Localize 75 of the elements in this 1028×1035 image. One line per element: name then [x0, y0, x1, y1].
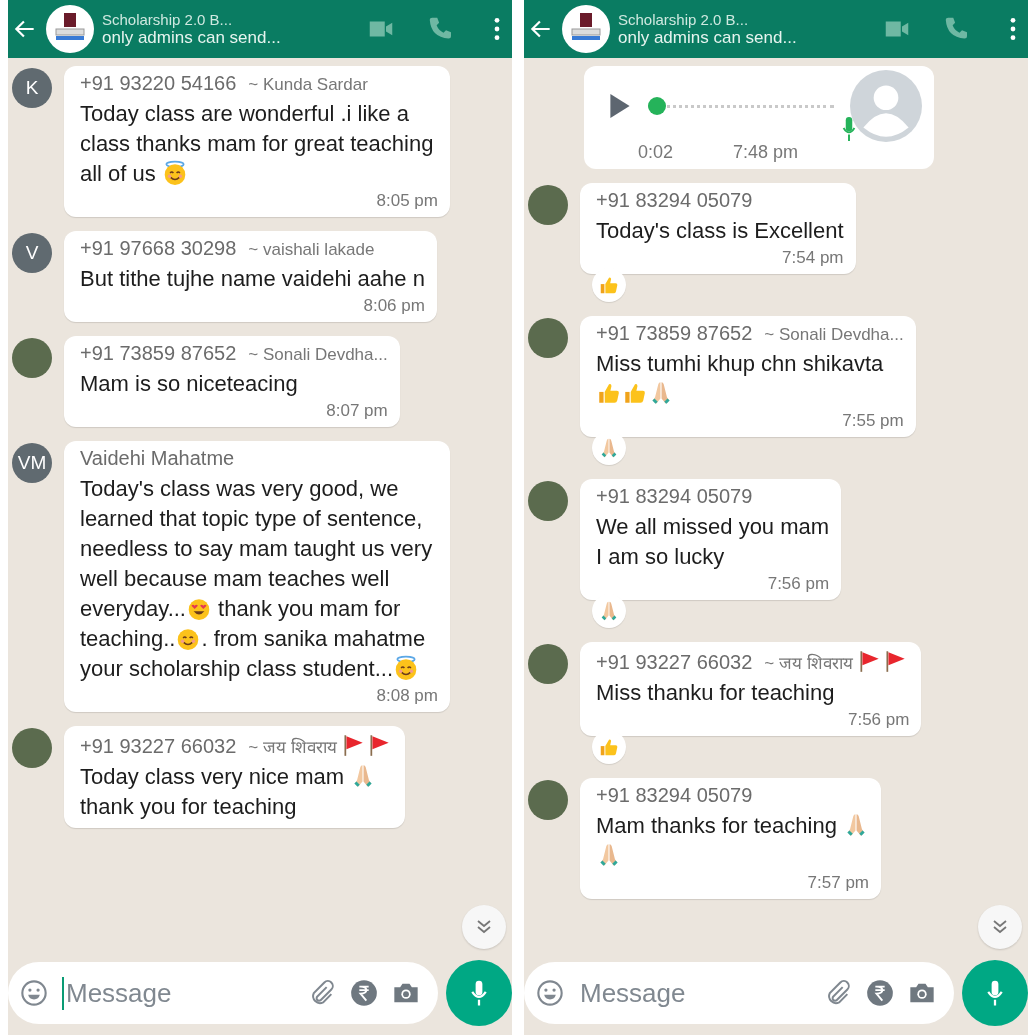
- message-time: 8:08 pm: [375, 686, 438, 706]
- message-text: Today class very nice mam thank you for teaching: [80, 762, 394, 822]
- message-input[interactable]: Message: [578, 976, 810, 1010]
- message-time: 7:48 pm: [733, 142, 799, 163]
- sender-name: ~ Sonali Devdha...: [764, 325, 904, 345]
- sender-photo-placeholder[interactable]: [528, 780, 568, 820]
- microphone-icon: [842, 116, 856, 142]
- message-text: Miss thanku for teaching: [596, 679, 836, 707]
- microphone-icon: [986, 979, 1004, 1007]
- sender-name: ~ vaishali lakade: [248, 240, 375, 260]
- voice-duration: 0:02: [638, 142, 674, 163]
- sender-number[interactable]: +91 93227 66032: [80, 735, 237, 758]
- message-input[interactable]: Message: [62, 976, 294, 1010]
- message-text: Today's class is Excellent: [596, 217, 844, 245]
- group-name[interactable]: Scholarship 2.0 B...: [618, 10, 852, 28]
- sender-name: ~ Kunda Sardar: [248, 75, 368, 95]
- group-avatar-icon[interactable]: [46, 5, 94, 53]
- rupee-icon[interactable]: [350, 979, 378, 1007]
- sender-name: ~ Sonali Devdha...: [248, 345, 388, 365]
- message-time: 7:54 pm: [781, 248, 844, 268]
- more-options-icon[interactable]: [1008, 16, 1018, 42]
- sender-avatar[interactable]: VM: [12, 443, 52, 483]
- message-time: 7:56 pm: [766, 574, 830, 594]
- sender-photo-placeholder[interactable]: [528, 481, 568, 521]
- sender-number[interactable]: +91 83294 05079: [596, 485, 753, 508]
- message-time: 8:05 pm: [375, 191, 438, 211]
- sender-photo-placeholder[interactable]: [12, 728, 52, 768]
- sender-number[interactable]: +91 73859 87652: [80, 342, 237, 365]
- sender-name: ~ जय शिवराय: [248, 732, 394, 758]
- profile-silhouette-icon: [850, 70, 922, 142]
- scroll-down-button[interactable]: [978, 905, 1022, 949]
- message-bar[interactable]: Message: [8, 962, 438, 1024]
- message-bar[interactable]: Message: [524, 962, 954, 1024]
- message-time: 7:57 pm: [806, 873, 869, 893]
- more-options-icon[interactable]: [492, 16, 502, 42]
- message-text: Mam is so niceteacing: [80, 370, 299, 398]
- group-status: only admins can send...: [618, 27, 798, 48]
- sender-number[interactable]: +91 93227 66032: [596, 651, 753, 674]
- scroll-down-button[interactable]: [462, 905, 506, 949]
- message-time: 7:55 pm: [841, 411, 904, 431]
- play-icon[interactable]: [608, 91, 632, 121]
- sender-number[interactable]: +91 83294 05079: [596, 784, 753, 807]
- message-text: Today's class was very good, we learned that topic type of sentence, needless to say mam taught us very well because mam teaches well everyday... thank you mam for teaching.. . from sanika mahatme your scholarship class student...: [80, 475, 434, 683]
- microphone-icon: [470, 979, 488, 1007]
- sender-number[interactable]: +91 73859 87652: [596, 322, 753, 345]
- sender-avatar[interactable]: K: [12, 68, 52, 108]
- emoji-icon[interactable]: [20, 979, 48, 1007]
- rupee-icon[interactable]: [866, 979, 894, 1007]
- audio-progress-track[interactable]: [648, 97, 834, 115]
- sender-number[interactable]: Vaidehi Mahatme: [80, 447, 235, 470]
- thumbs-up-icon: [598, 736, 620, 758]
- sender-number[interactable]: +91 83294 05079: [596, 189, 753, 212]
- sender-number[interactable]: +91 97668 30298: [80, 237, 237, 260]
- message-text: Mam thanks for teaching: [596, 811, 869, 871]
- message-text: But tithe tujhe name vaidehi aahe n: [80, 265, 425, 293]
- group-name[interactable]: Scholarship 2.0 B...: [102, 10, 336, 28]
- message-time: 8:07 pm: [325, 401, 388, 421]
- sender-name: ~ जय शिवराय: [764, 648, 910, 674]
- group-status: only admins can send...: [102, 27, 282, 48]
- sender-photo-placeholder[interactable]: [528, 185, 568, 225]
- sender-photo-placeholder[interactable]: [528, 644, 568, 684]
- message-text: Today class are wonderful .i like a class thanks mam for great teaching all of us: [80, 100, 435, 188]
- group-avatar-icon[interactable]: [562, 5, 610, 53]
- message-time: 7:56 pm: [846, 710, 910, 730]
- audio-progress-thumb[interactable]: [648, 97, 666, 115]
- emoji-icon[interactable]: [536, 979, 564, 1007]
- sender-photo-placeholder[interactable]: [528, 318, 568, 358]
- message-text: We all missed you mam I am so lucky: [596, 513, 830, 571]
- voice-message[interactable]: 0:02 7:48 pm: [584, 66, 934, 169]
- sender-photo-placeholder[interactable]: [12, 338, 52, 378]
- sender-number[interactable]: +91 93220 54166: [80, 72, 237, 95]
- message-time: 8:06 pm: [362, 296, 425, 316]
- thumbs-up-icon: [598, 274, 620, 296]
- message-text: Miss tumhi khup chn shikavta: [596, 349, 904, 409]
- sender-avatar[interactable]: V: [12, 233, 52, 273]
